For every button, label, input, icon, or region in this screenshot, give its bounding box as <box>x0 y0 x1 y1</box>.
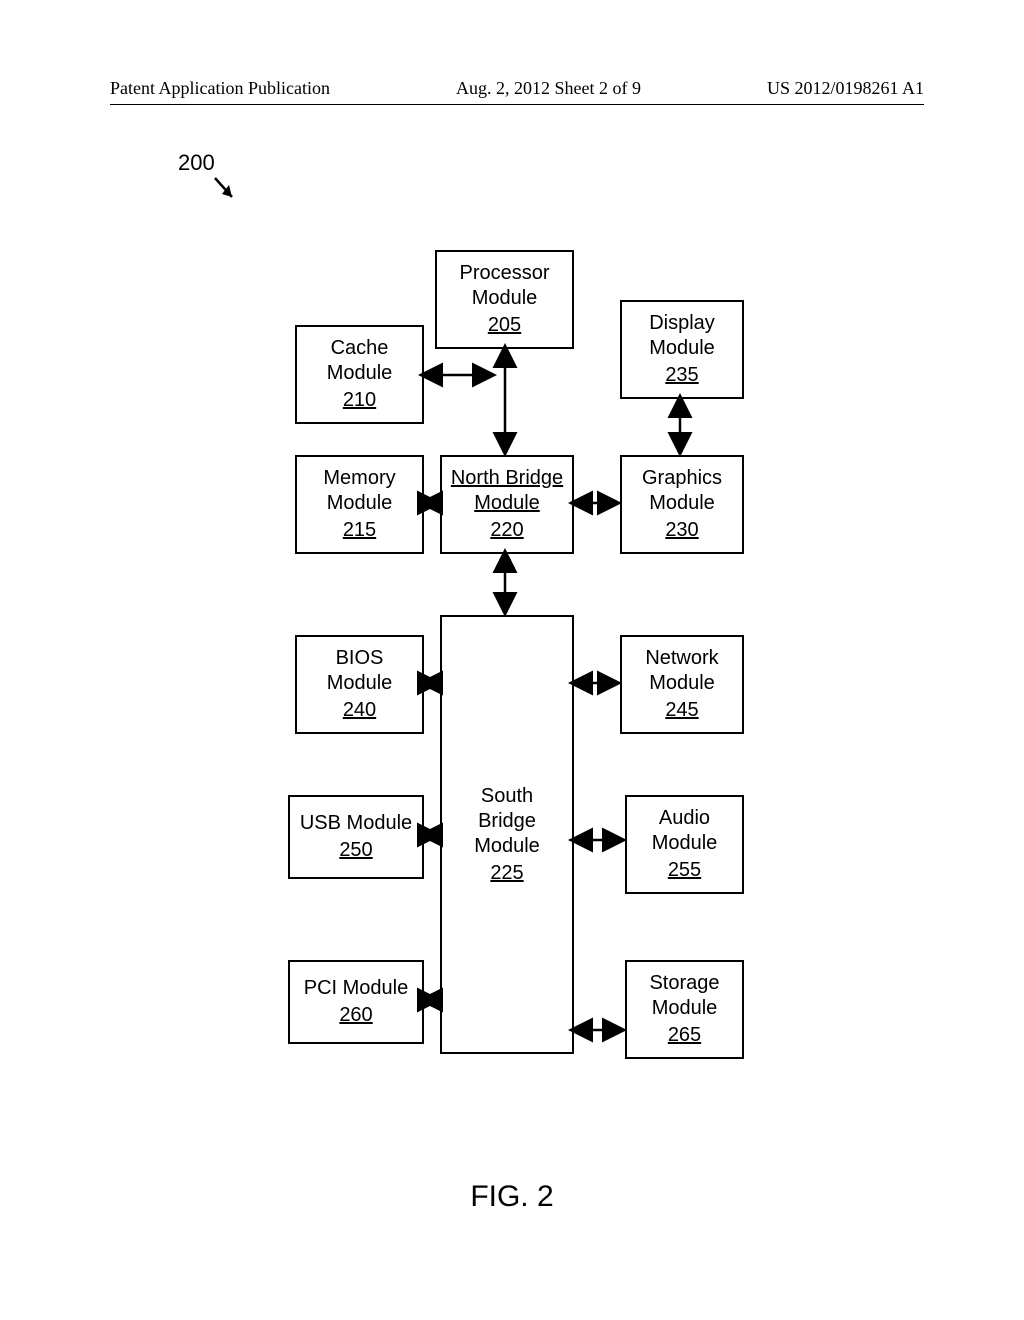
connectors-layer <box>0 240 1024 1140</box>
reference-numeral: 200 <box>178 150 215 176</box>
header-center: Aug. 2, 2012 Sheet 2 of 9 <box>456 78 641 99</box>
page-header: Patent Application Publication Aug. 2, 2… <box>0 78 1024 99</box>
header-right: US 2012/0198261 A1 <box>767 78 924 99</box>
figure-caption: FIG. 2 <box>0 1180 1024 1214</box>
reference-arrow-icon <box>212 175 242 205</box>
header-rule <box>110 104 924 105</box>
header-left: Patent Application Publication <box>110 78 330 99</box>
block-diagram: ProcessorModule 205 CacheModule 210 Disp… <box>0 240 1024 1140</box>
